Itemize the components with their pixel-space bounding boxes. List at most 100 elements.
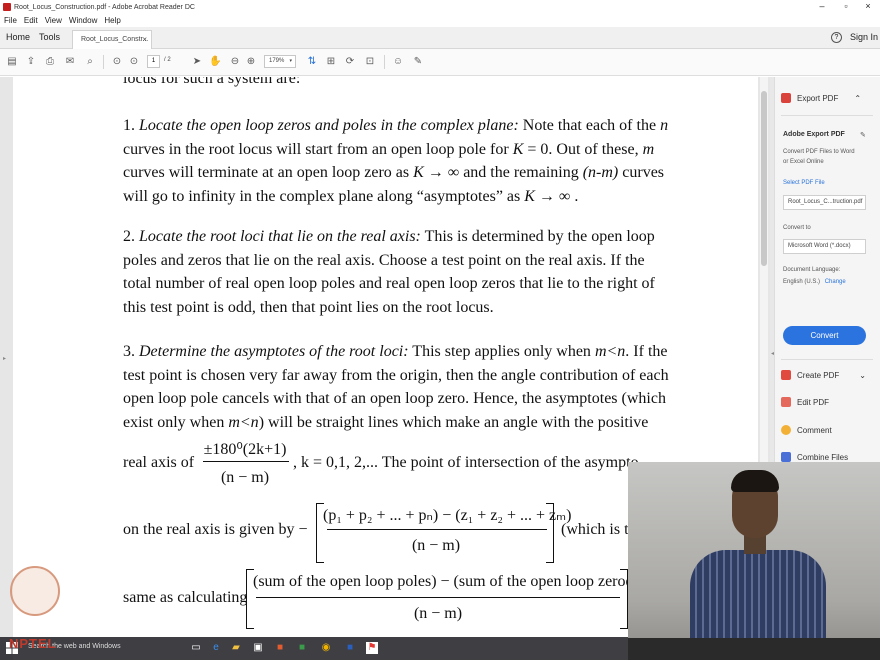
attach-icon[interactable]: ✎	[860, 131, 866, 139]
nptel-logo	[10, 566, 60, 616]
eq1-numerator: ±180⁰(2k+1)	[203, 441, 287, 458]
nptel-logo-text: NPTEL	[9, 636, 57, 651]
chevron-down-icon[interactable]: ⌄	[859, 371, 866, 380]
zoom-out-icon[interactable]: ⊖	[229, 56, 241, 68]
minimize-button[interactable]: –	[812, 0, 832, 14]
eq1-denominator: (n − m)	[220, 469, 270, 486]
text-run: will go to infinity in the complex plane…	[123, 187, 525, 205]
tool-comment[interactable]: Comment	[781, 425, 832, 435]
upload-icon[interactable]: ⇪	[25, 56, 37, 68]
italic-text: n	[660, 117, 669, 134]
eq2-numerator: (p₁ + p₂ + ... + pₙ) − (z₁ + z₂ + ... + …	[323, 507, 572, 524]
scrollbar-thumb[interactable]	[761, 91, 767, 266]
tool-combine-files-label: Combine Files	[797, 452, 849, 462]
zoom-level-value: 179%	[269, 58, 285, 64]
presentation-icon[interactable]: ⊡	[364, 56, 376, 68]
scroll-mode-icon[interactable]: ⊞	[325, 56, 337, 68]
word-icon[interactable]: ■	[344, 642, 356, 654]
close-window-button[interactable]: ×	[858, 0, 878, 14]
paragraph-line: 3. Determine the asymptotes of the root …	[123, 343, 668, 361]
convert-button[interactable]: Convert	[783, 326, 866, 345]
select-cursor-icon[interactable]: ➤	[191, 56, 203, 68]
tool-create-pdf[interactable]: Create PDF ⌄	[781, 370, 866, 380]
toolbar-divider	[384, 55, 385, 69]
chevron-down-icon: ▾	[289, 58, 292, 64]
store-icon[interactable]: ▣	[252, 642, 264, 654]
tab-document[interactable]: Root_Locus_Constr... ×	[72, 30, 152, 49]
tool-comment-label: Comment	[797, 425, 832, 435]
text-run: this test point is odd, then that point …	[123, 298, 494, 316]
zoom-level-select[interactable]: 179% ▾	[264, 55, 296, 68]
export-pdf-header[interactable]: Export PDF ⌃	[781, 93, 861, 103]
italic-text: K	[512, 140, 524, 158]
paragraph-line: will go to infinity in the complex plane…	[123, 188, 578, 206]
maximize-button[interactable]: ▫	[836, 0, 856, 14]
eq1-prefix: real axis of	[123, 454, 195, 471]
italic-text: (n-m)	[582, 164, 619, 181]
text-run: curves will terminate at an open loop ze…	[123, 164, 414, 181]
change-language-link[interactable]: Change	[825, 279, 846, 285]
prev-page-icon[interactable]: ⊙	[111, 56, 123, 68]
create-icon[interactable]: ▤	[6, 56, 18, 68]
page-number-input[interactable]: 1	[147, 55, 160, 68]
chrome-icon[interactable]: ◉	[320, 642, 332, 654]
fit-page-icon[interactable]: ⇅	[306, 56, 318, 68]
rotate-icon[interactable]: ⟳	[344, 56, 356, 68]
edge-icon[interactable]: e	[210, 642, 222, 654]
text-run: poles and zeros that lie on the real axi…	[123, 251, 645, 269]
comment-icon[interactable]: ☺	[392, 56, 404, 68]
help-icon[interactable]: ?	[831, 32, 842, 43]
menu-edit[interactable]: Edit	[24, 16, 38, 25]
window-title: Root_Locus_Construction.pdf - Adobe Acro…	[14, 3, 195, 11]
menu-help[interactable]: Help	[104, 16, 120, 25]
paragraph-line: this test point is odd, then that point …	[123, 299, 494, 317]
text-run: This is determined by the open loop	[420, 228, 655, 245]
menu-view[interactable]: View	[45, 16, 62, 25]
task-view-icon[interactable]: ▭	[190, 642, 202, 654]
email-icon[interactable]: ✉	[64, 56, 76, 68]
paragraph-line: exist only when m<n) will be straight li…	[123, 414, 648, 432]
tab-document-label: Root_Locus_Constr...	[81, 36, 149, 43]
italic-text: Determine the asymptotes of the root loc…	[139, 343, 409, 360]
eq1-fraction-bar	[203, 461, 289, 462]
acrobat-app-icon	[3, 3, 11, 11]
menu-window[interactable]: Window	[69, 16, 97, 25]
text-run: Note that each of the	[518, 117, 661, 134]
search-icon[interactable]: ⌕	[84, 56, 96, 68]
menu-file[interactable]: File	[4, 16, 17, 25]
text-run: test point is chosen very far away from …	[123, 366, 669, 384]
tab-tools[interactable]: Tools	[39, 32, 60, 42]
sign-in-link[interactable]: Sign In	[850, 32, 878, 42]
acrobat-taskbar-icon[interactable]: ⚑	[366, 642, 378, 654]
close-tab-icon[interactable]: ×	[142, 31, 147, 48]
text-run: . If the	[625, 343, 668, 360]
chevron-up-icon[interactable]: ⌃	[854, 94, 861, 103]
convert-format-select[interactable]: Microsoft Word (*.docx)	[783, 239, 866, 254]
file-explorer-icon[interactable]: ▰	[230, 642, 242, 654]
tool-combine-files[interactable]: Combine Files	[781, 452, 848, 462]
selected-file-field[interactable]: Root_Locus_C...truction.pdf	[783, 195, 866, 210]
pen-icon[interactable]: ✎	[412, 56, 424, 68]
next-page-icon[interactable]: ⊙	[128, 56, 140, 68]
paragraph-line: locus for such a system are:	[123, 77, 301, 87]
desk	[628, 638, 880, 660]
select-pdf-file-link[interactable]: Select PDF File	[783, 180, 825, 186]
hand-icon[interactable]: ✋	[209, 56, 221, 68]
convert-to-label: Convert to	[783, 225, 811, 231]
italic-text: Locate the root loci that lie on the rea…	[139, 228, 421, 245]
powerpoint-icon[interactable]: ■	[274, 642, 286, 654]
eq2-denominator: (n − m)	[411, 537, 461, 554]
excel-icon[interactable]: ■	[296, 642, 308, 654]
text-run: 1.	[123, 117, 139, 134]
left-panel-toggle-icon[interactable]: ▸	[3, 355, 6, 362]
text-run: curves	[618, 164, 665, 181]
tool-edit-pdf[interactable]: Edit PDF	[781, 397, 829, 407]
italic-text: K	[413, 164, 424, 181]
italic-text: m<n	[594, 343, 626, 360]
print-icon[interactable]: ⎙	[44, 56, 56, 68]
collapse-panel-icon[interactable]: ◂	[771, 350, 774, 357]
text-run: curves in the root locus will start from…	[123, 140, 513, 158]
text-run: → ∞ and the remaining	[423, 164, 583, 181]
tab-home[interactable]: Home	[6, 32, 30, 42]
zoom-in-icon[interactable]: ⊕	[245, 56, 257, 68]
